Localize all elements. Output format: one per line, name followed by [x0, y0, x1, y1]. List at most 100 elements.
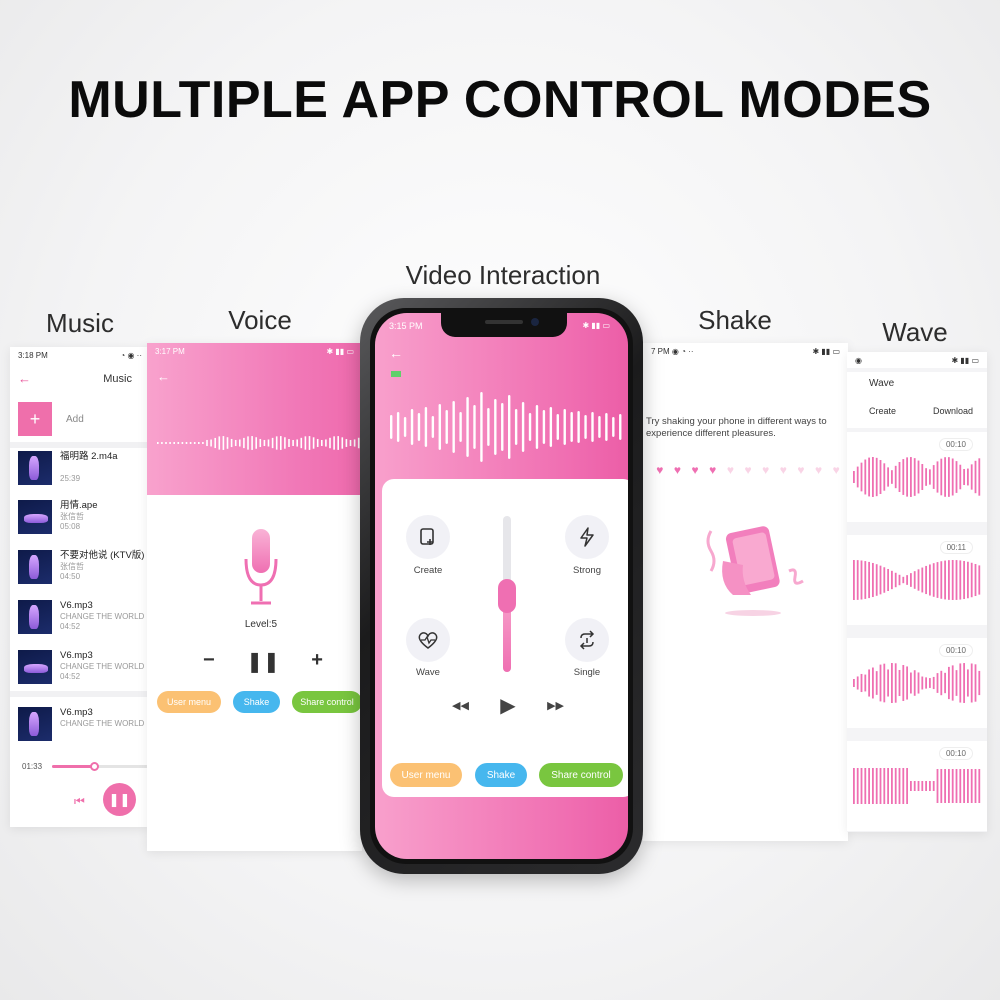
rewind-icon[interactable]: ◀◀ [452, 699, 469, 712]
waveform-bar [206, 439, 208, 447]
heart-pulse-icon[interactable] [406, 618, 450, 662]
wave-bar [944, 769, 946, 803]
wave-bar [875, 457, 878, 497]
wave-bar [906, 768, 908, 804]
wave-bar [853, 471, 855, 483]
user-menu-button[interactable]: User menu [157, 691, 221, 713]
page-title: Wave [869, 378, 895, 389]
waveform-bar [177, 442, 180, 444]
voice-screen: 3:17 PM ✱ ▮▮ ▭ ← Level:5 − ❚❚ + User men… [147, 343, 362, 851]
song-item[interactable]: V6.mp3 CHANGE THE WORLD 04:52 [18, 600, 150, 644]
song-item[interactable]: 不要对他说 (KTV版) 张信哲 04:50 [18, 550, 150, 594]
voice-waveform [157, 436, 360, 450]
waveform-bar [333, 436, 335, 450]
share-control-button[interactable]: Share control [292, 691, 362, 713]
album-cover [18, 451, 52, 485]
waveform-bar [605, 413, 608, 441]
song-item[interactable]: V6.mp3 CHANGE THE WORLD 04:52 [18, 650, 150, 694]
video-screen: 3:15 PM ✱ ▮▮ ▭ ← Create Strong Wave Sing… [375, 313, 628, 859]
minus-icon[interactable]: − [203, 649, 215, 674]
wave-bar [910, 672, 912, 694]
wave-pattern-card[interactable]: 00:11 [847, 535, 987, 625]
wave-pattern-card[interactable]: 00:10 [847, 741, 987, 831]
wave-bar [864, 768, 867, 804]
back-arrow-icon[interactable]: ← [157, 369, 170, 384]
waveform-bar [494, 399, 497, 455]
wave-bar [970, 663, 973, 703]
progress-bar[interactable] [52, 762, 150, 771]
back-arrow-icon[interactable]: ← [18, 371, 31, 386]
wave-bar [959, 560, 962, 600]
wave-bar [887, 568, 889, 592]
wave-bar [906, 666, 908, 700]
wave-bar [925, 781, 927, 791]
waveform-bar [487, 408, 490, 446]
heart-icon: ♥ [832, 463, 840, 477]
song-duration: 25:39 [60, 473, 81, 483]
waveform-bar [473, 405, 476, 449]
battery-icon [391, 371, 401, 377]
plus-icon[interactable]: + [311, 649, 323, 674]
progress-handle[interactable] [90, 762, 99, 771]
wave-bar [898, 461, 901, 493]
wave-bar [955, 560, 958, 600]
wave-bar [875, 671, 878, 695]
status-time: 3:18 PM [18, 351, 48, 360]
user-menu-button[interactable]: User menu [390, 763, 462, 787]
create-icon[interactable] [406, 515, 450, 559]
previous-track-icon[interactable]: ⏮ [74, 794, 85, 809]
wave-pattern-card[interactable]: 00:10 [847, 638, 987, 728]
song-duration: 04:52 [60, 671, 81, 681]
wave-bar [856, 560, 859, 600]
wave-bar [974, 664, 977, 702]
pause-button[interactable]: ❚❚ [103, 783, 136, 816]
waveform-bar [230, 438, 233, 448]
wave-bar [864, 459, 867, 495]
add-song-row[interactable]: + Add [18, 402, 148, 436]
wave-pattern-card[interactable]: 00:10 [847, 432, 987, 522]
waveform-bar [169, 442, 171, 444]
wave-bar [951, 458, 954, 496]
status-bar: 7 PM ◉ ◔ ·· ✱ ▮▮ ▭ [643, 343, 848, 359]
song-item[interactable]: 用情.ape 张信哲 05:08 [18, 500, 150, 544]
wave-bar [872, 768, 874, 804]
play-icon[interactable]: ▶ [500, 693, 515, 718]
wave-bar [853, 679, 855, 687]
plus-icon[interactable]: + [18, 402, 52, 436]
share-control-button[interactable]: Share control [539, 763, 623, 787]
now-playing[interactable]: V6.mp3 CHANGE THE WORLD [18, 707, 150, 751]
song-artist: CHANGE THE WORLD [60, 661, 145, 671]
waveform-bar [466, 397, 469, 457]
wave-bar [974, 460, 977, 494]
status-icons: ◉ [855, 356, 862, 365]
repeat-icon[interactable] [565, 618, 609, 662]
wave-bar [948, 560, 950, 600]
wave-bar [879, 664, 882, 702]
tab-create[interactable]: Create [869, 406, 896, 416]
fast-forward-icon[interactable]: ▶▶ [547, 699, 564, 712]
waveform-bar [591, 412, 594, 442]
wave-bar [894, 465, 897, 489]
status-icons-right: ✱ ▮▮ ▭ [812, 347, 840, 356]
microphone-icon[interactable] [243, 529, 279, 609]
wave-bar [940, 561, 943, 599]
wave-bar [963, 663, 965, 703]
tab-download[interactable]: Download [933, 406, 973, 416]
status-icons: 7 PM ◉ ◔ ·· [651, 347, 694, 356]
waveform-bar [390, 415, 393, 439]
song-item[interactable]: 福明路 2.m4a 25:39 [18, 451, 150, 495]
waveform-bar [296, 439, 298, 447]
shake-button[interactable]: Shake [475, 763, 527, 787]
slider-handle[interactable] [498, 578, 516, 613]
lightning-icon[interactable] [565, 515, 609, 559]
wave-bar [887, 669, 889, 697]
waveform-bar [321, 439, 323, 447]
waveform-bar [193, 442, 196, 444]
waveform-bar [263, 439, 266, 447]
back-arrow-icon[interactable]: ← [389, 345, 403, 361]
wave-bar [936, 461, 939, 493]
pause-icon[interactable]: ❚❚ [246, 649, 280, 674]
wave-bar [864, 674, 867, 692]
shake-button[interactable]: Shake [233, 691, 280, 713]
intensity-slider[interactable] [498, 516, 516, 672]
